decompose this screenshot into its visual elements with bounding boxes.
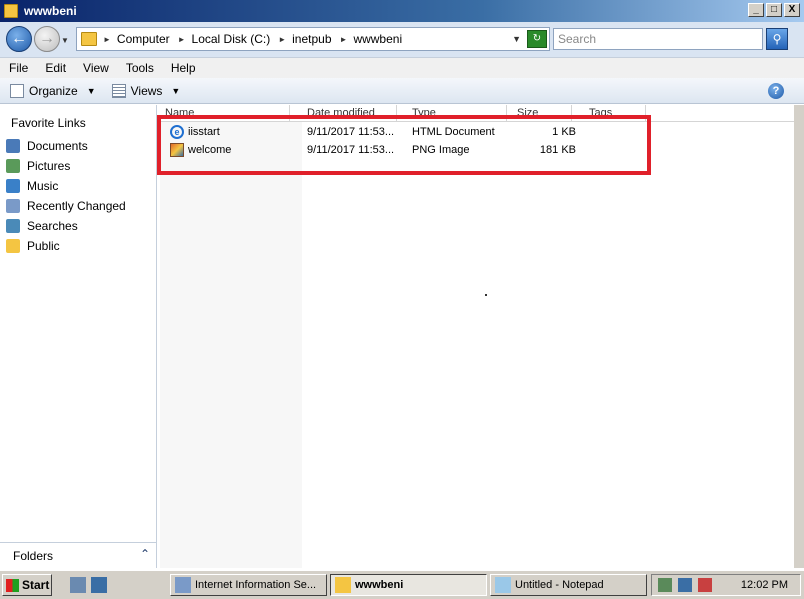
menu-bar: File Edit View Tools Help [0,58,804,78]
start-button[interactable]: Start [2,574,52,596]
recent-icon [6,199,20,213]
chevron-right-icon[interactable]: ► [278,35,286,44]
breadcrumb-computer[interactable]: ► Computer [103,32,170,46]
folders-toggle[interactable]: Folders ⌃ [0,542,156,568]
chevron-right-icon[interactable]: ► [178,35,186,44]
highlight-box [157,115,651,175]
chevron-down-icon: ▼ [171,85,181,96]
search-icon[interactable]: ⚲ [766,28,788,50]
chevron-right-icon[interactable]: ► [340,35,348,44]
pictures-icon [6,159,20,173]
sidebar-item-public[interactable]: Public [6,239,60,253]
menu-file[interactable]: File [0,61,36,75]
music-icon [6,179,20,193]
windows-logo-icon [6,578,19,592]
breadcrumb-local-disk[interactable]: ► Local Disk (C:) [178,32,271,46]
address-row: ← → ▼ ► Computer ► Local Disk (C:) ► inetpu… [0,22,804,58]
public-folder-icon [6,239,20,253]
task-notepad[interactable]: Untitled - Notepad [490,574,647,596]
menu-help[interactable]: Help [162,61,204,75]
search-input[interactable]: Search [553,28,763,50]
window-frame-right [794,105,804,568]
searches-icon [6,219,20,233]
favorite-links-title: Favorite Links [11,116,86,130]
folder-icon [4,4,18,18]
breadcrumb-inetpub[interactable]: ► inetpub [278,32,331,46]
sidebar-item-searches[interactable]: Searches [6,219,78,233]
tray-security-icon[interactable] [658,578,672,592]
views-button[interactable]: Views ▼ [111,83,181,98]
sidebar-item-pictures[interactable]: Pictures [6,159,70,173]
forward-button[interactable]: → [34,26,60,52]
views-icon [111,83,126,98]
task-wwwbeni[interactable]: wwwbeni [330,574,487,596]
iis-icon [175,577,191,593]
menu-tools[interactable]: Tools [117,61,162,75]
help-icon[interactable]: ? [768,83,784,99]
taskbar: Start Internet Information Se... wwwbeni… [0,570,804,599]
show-desktop-icon[interactable] [91,577,107,593]
sidebar-item-documents[interactable]: Documents [6,139,88,153]
refresh-icon[interactable]: ↻ [527,30,547,48]
command-bar: Organize ▼ Views ▼ ? [0,78,804,104]
organize-button[interactable]: Organize ▼ [10,83,96,98]
documents-icon [6,139,20,153]
folder-icon [81,32,97,46]
close-button[interactable]: X [784,3,800,17]
minimize-button[interactable]: _ [748,3,764,17]
navigation-pane: Favorite Links Documents Pictures Music … [0,105,157,568]
folder-icon [335,577,351,593]
address-dropdown-icon[interactable]: ▼ [512,34,521,44]
server-manager-icon[interactable] [70,577,86,593]
menu-view[interactable]: View [74,61,117,75]
address-bar[interactable]: ► Computer ► Local Disk (C:) ► inetpub ► www… [76,27,550,51]
chevron-up-icon: ⌃ [139,547,150,561]
history-dropdown-icon[interactable]: ▼ [61,36,69,45]
window-title: wwwbeni [24,4,77,18]
sidebar-item-music[interactable]: Music [6,179,58,193]
sidebar-item-recently-changed[interactable]: Recently Changed [6,199,126,213]
breadcrumb-wwwbeni[interactable]: ► wwwbeni [340,32,403,46]
organize-icon [10,83,24,98]
network-icon[interactable] [678,578,692,592]
volume-muted-icon[interactable] [698,578,712,592]
clock[interactable]: 12:02 PM [741,579,788,591]
task-iis-manager[interactable]: Internet Information Se... [170,574,327,596]
chevron-right-icon[interactable]: ► [103,35,111,44]
maximize-button[interactable]: □ [766,3,782,17]
back-button[interactable]: ← [6,26,32,52]
system-tray: 12:02 PM [651,574,801,596]
notepad-icon [495,577,511,593]
menu-edit[interactable]: Edit [36,61,74,75]
title-bar: wwwbeni _ □ X [0,0,804,22]
chevron-down-icon: ▼ [86,85,96,96]
stray-dot [485,294,487,296]
